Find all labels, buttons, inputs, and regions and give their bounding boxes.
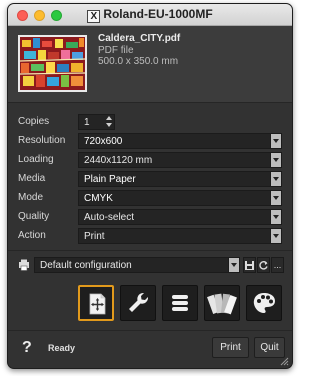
chevron-down-icon[interactable] [270,172,281,186]
color-swatch-icon [207,293,237,315]
copies-stepper[interactable]: 1 [78,114,115,130]
resolution-value: 720x600 [84,136,123,147]
stepper-down-icon[interactable] [106,123,112,127]
media-value: Plain Paper [84,174,136,185]
copies-row: Copies 1 [8,114,292,132]
resize-grip-icon[interactable] [280,357,289,366]
window-title-group: X Roland-EU-1000MF [8,7,292,23]
print-button[interactable]: Print [212,337,249,358]
palette-icon [253,293,275,313]
resolution-select[interactable]: 720x600 [78,133,282,149]
media-label: Media [18,173,46,184]
media-row: Media Plain Paper [8,171,292,189]
reload-config-button[interactable] [257,257,270,273]
layout-move-icon [89,293,106,315]
tool-bar [8,285,292,325]
file-name: Caldera_CITY.pdf [98,33,181,44]
chevron-down-icon[interactable] [270,210,281,224]
loading-select[interactable]: 2440x1120 mm [78,152,282,168]
action-label: Action [18,230,46,241]
quit-button[interactable]: Quit [254,337,285,358]
file-info-panel: Caldera_CITY.pdf PDF file 500.0 x 350.0 … [8,26,292,102]
loading-value: 2440x1120 mm [84,155,153,166]
color-tool-button[interactable] [204,285,240,321]
refresh-icon [259,261,268,270]
wrench-icon [129,292,149,312]
city-illustration-icon [20,37,85,90]
mode-value: CMYK [84,193,113,204]
file-thumbnail [18,35,87,92]
loading-label: Loading [18,154,54,165]
layout-tool-button[interactable] [78,285,114,321]
help-icon[interactable]: ? [22,339,32,357]
divider [8,102,292,103]
configuration-row: Default configuration ... [8,257,292,275]
quality-label: Quality [18,211,50,222]
resolution-label: Resolution [18,135,66,146]
list-icon [172,295,188,311]
chevron-down-icon[interactable] [270,229,281,243]
action-value: Print [84,231,105,242]
app-logo-icon: X [87,10,101,23]
printer-icon [19,259,29,271]
status-text: Ready [48,343,76,353]
window-title: Roland-EU-1000MF [103,7,213,21]
chevron-down-icon[interactable] [228,258,239,272]
file-type: PDF file [98,45,134,56]
copies-label: Copies [18,116,50,127]
copies-value: 1 [84,117,90,128]
save-config-button[interactable] [243,257,256,273]
mode-row: Mode CMYK [8,190,292,208]
resolution-row: Resolution 720x600 [8,133,292,151]
chevron-down-icon[interactable] [270,153,281,167]
divider [8,250,292,251]
title-bar[interactable]: X Roland-EU-1000MF [8,4,292,26]
file-size: 500.0 x 350.0 mm [98,56,179,67]
settings-tool-button[interactable] [120,285,156,321]
palette-tool-button[interactable] [246,285,282,321]
print-window: X Roland-EU-1000MF Caldera_CITY.pdf PDF … [7,3,293,369]
configuration-value: Default configuration [40,260,132,271]
loading-row: Loading 2440x1120 mm [8,152,292,170]
action-select[interactable]: Print [78,228,282,244]
stepper-up-icon[interactable] [106,116,112,120]
quality-select[interactable]: Auto-select [78,209,282,225]
mode-label: Mode [18,192,44,203]
save-icon [245,261,254,270]
chevron-down-icon[interactable] [270,191,281,205]
media-select[interactable]: Plain Paper [78,171,282,187]
status-bar: ? Ready Print Quit [8,333,292,368]
configuration-select[interactable]: Default configuration [34,257,240,273]
quality-value: Auto-select [84,212,135,223]
mode-select[interactable]: CMYK [78,190,282,206]
more-config-button[interactable]: ... [271,257,284,273]
queue-tool-button[interactable] [162,285,198,321]
action-row: Action Print [8,228,292,246]
stepper-arrows-icon[interactable] [106,116,113,128]
divider [8,330,292,331]
quality-row: Quality Auto-select [8,209,292,227]
chevron-down-icon[interactable] [270,134,281,148]
